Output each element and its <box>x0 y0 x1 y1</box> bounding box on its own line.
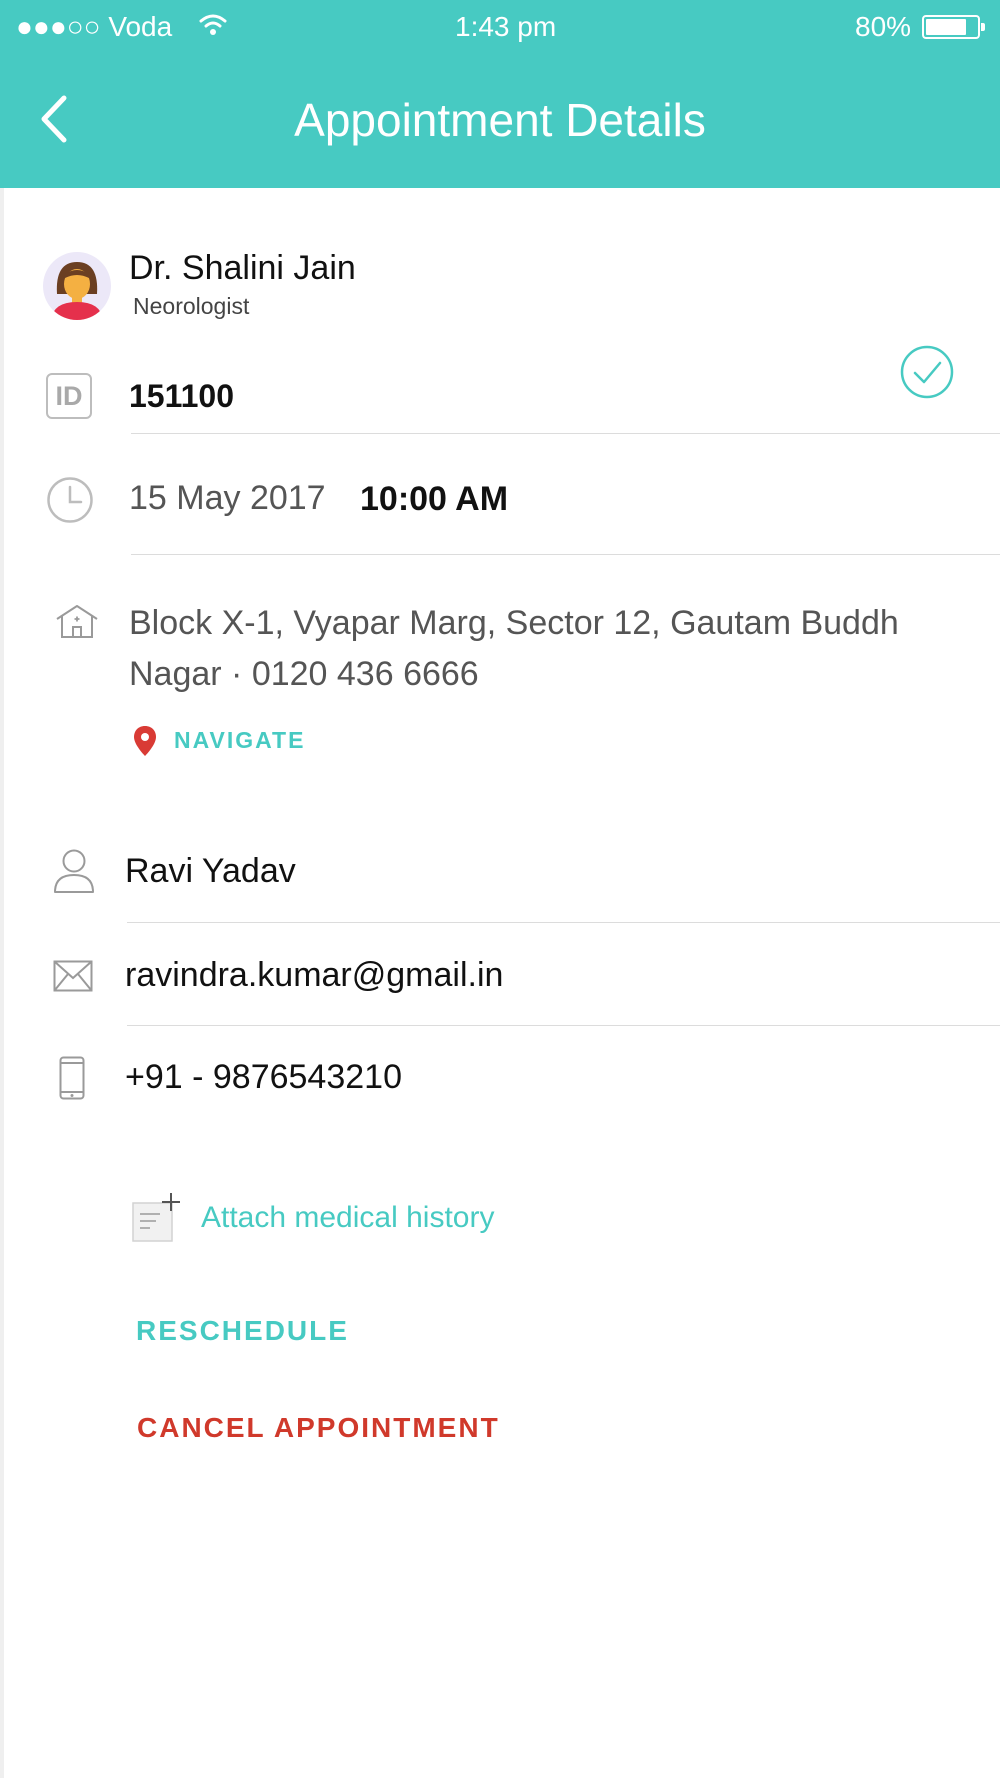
battery-icon <box>922 15 985 39</box>
appointment-time: 10:00 AM <box>360 480 509 518</box>
clock-icon <box>47 477 93 523</box>
clock-label: 1:43 pm <box>455 11 557 42</box>
divider <box>127 1025 1000 1026</box>
mail-icon <box>53 960 93 992</box>
cancel-appointment-button[interactable]: CANCEL APPOINTMENT <box>137 1410 500 1446</box>
divider <box>127 922 1000 923</box>
doctor-specialty: Neorologist <box>133 293 250 319</box>
divider <box>131 433 1000 434</box>
attach-medical-history-label[interactable]: Attach medical history <box>201 1199 494 1237</box>
patient-name: Ravi Yadav <box>125 852 296 890</box>
patient-phone: +91 - 9876543210 <box>125 1058 402 1096</box>
divider <box>131 554 1000 555</box>
doctor-avatar <box>43 252 111 320</box>
navigate-label[interactable]: NAVIGATE <box>174 726 305 754</box>
carrier-label: ●●●○○ Voda <box>16 11 173 42</box>
id-icon: ID <box>46 373 92 419</box>
add-document-icon <box>132 1193 180 1242</box>
left-edge-shadow <box>0 188 4 1778</box>
battery-percent: 80% <box>855 11 912 42</box>
appointment-id: 151100 <box>129 378 235 414</box>
doctor-name: Dr. Shalini Jain <box>129 249 356 287</box>
reschedule-button[interactable]: RESCHEDULE <box>136 1313 349 1349</box>
home-icon <box>56 605 98 638</box>
address-line-1: Block X-1, Vyapar Marg, Sector 12, Gauta… <box>129 604 899 642</box>
wifi-icon <box>199 14 227 35</box>
phone-icon <box>59 1056 85 1100</box>
app-header: ●●●○○ Voda 1:43 pm 80% Appointment Detai… <box>0 0 1000 188</box>
appointment-date: 15 May 2017 <box>129 479 326 517</box>
attach-medical-history-button[interactable]: Attach medical history <box>132 1190 552 1250</box>
page-title: Appointment Details <box>294 94 706 146</box>
map-pin-icon <box>134 726 156 756</box>
address-line-2: Nagar · 0120 436 6666 <box>129 655 479 693</box>
check-circle-icon <box>900 345 954 399</box>
patient-email: ravindra.kumar@gmail.in <box>125 956 504 994</box>
user-icon <box>54 849 94 893</box>
